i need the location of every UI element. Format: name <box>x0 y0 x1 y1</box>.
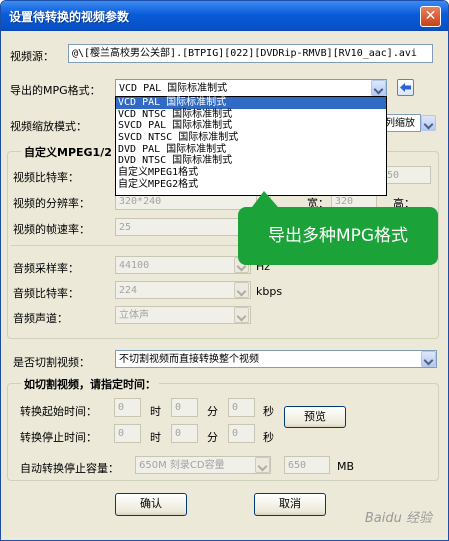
audio-bitrate-unit: kbps <box>256 285 283 298</box>
close-icon: ✕ <box>424 8 437 24</box>
cancel-button[interactable]: 取消 <box>254 493 326 516</box>
mpg-option[interactable]: SVCD PAL 国际标准制式 <box>116 120 386 132</box>
stop-time-label: 转换停止时间： <box>20 431 97 444</box>
start-second-field[interactable]: 0 <box>228 398 255 417</box>
video-bitrate-field[interactable]: 50 <box>383 166 431 184</box>
watermark: Baidu 经验 <box>364 511 432 526</box>
stop-minute-field[interactable]: 0 <box>171 424 198 443</box>
cut-time-title: 如切割视频，请指定时间： <box>21 376 159 392</box>
stop-second-field[interactable]: 0 <box>228 424 255 443</box>
split-select[interactable]: 不切割视频而直接转换整个视频 <box>115 350 437 368</box>
mpg-format-label: 导出的MPG格式： <box>10 84 101 97</box>
start-second-unit: 秒 <box>263 405 274 418</box>
start-hour-field[interactable]: 0 <box>114 398 141 417</box>
back-arrow-icon <box>400 83 411 92</box>
mpg-option[interactable]: VCD NTSC 国际标准制式 <box>116 109 386 121</box>
annotation-callout: 导出多种MPG格式 <box>238 191 438 265</box>
custom-mpeg-title: 自定义MPEG1/2 <box>21 144 115 160</box>
framerate-label: 视频的帧速率： <box>13 223 90 236</box>
title-bar[interactable]: 设置待转换的视频参数 ✕ <box>1 1 448 31</box>
audio-bitrate-label: 音频比特率： <box>13 287 79 300</box>
mpg-option[interactable]: 自定义MPEG2格式 <box>116 179 386 191</box>
start-time-label: 转换起始时间： <box>20 405 97 418</box>
audio-channel-dropdown-icon[interactable] <box>234 307 249 323</box>
stop-minute-unit: 分 <box>207 431 218 444</box>
audio-channel-label: 音频声道： <box>13 312 68 325</box>
split-label: 是否切割视频： <box>13 356 90 369</box>
audio-sample-select[interactable]: 44100 <box>115 256 251 274</box>
scale-mode-label: 视频缩放模式： <box>10 120 87 133</box>
window-title: 设置待转换的视频参数 <box>9 10 130 24</box>
audio-bitrate-dropdown-icon[interactable] <box>234 282 249 298</box>
auto-stop-label: 自动转换停止容量： <box>20 462 119 475</box>
source-label: 视频源： <box>10 50 54 63</box>
scale-mode-dropdown-icon[interactable] <box>421 115 436 131</box>
resolution-label: 视频的分辨率： <box>13 197 90 210</box>
mpg-format-dropdown-icon[interactable] <box>371 80 386 96</box>
start-minute-unit: 分 <box>207 405 218 418</box>
mpg-option[interactable]: DVD NTSC 国际标准制式 <box>116 155 386 167</box>
back-arrow-button[interactable] <box>397 79 414 96</box>
start-hour-unit: 时 <box>150 405 161 418</box>
source-field[interactable]: @\[樱兰高校男公关部].[BTPIG][022][DVDRip-RMVB][R… <box>68 44 433 63</box>
start-minute-field[interactable]: 0 <box>171 398 198 417</box>
auto-stop-size-field[interactable]: 650 <box>284 456 330 474</box>
stop-hour-field[interactable]: 0 <box>114 424 141 443</box>
scale-mode-select[interactable]: 列缩放 <box>381 114 421 132</box>
mpg-format-select[interactable]: VCD PAL 国际标准制式 <box>115 79 387 97</box>
auto-stop-dropdown-icon[interactable] <box>255 457 270 473</box>
close-button[interactable]: ✕ <box>420 6 441 27</box>
audio-bitrate-select[interactable]: 224 <box>115 281 251 299</box>
split-dropdown-icon[interactable] <box>421 351 436 367</box>
auto-stop-select[interactable]: 650M 刻录CD容量 <box>135 456 271 474</box>
mpg-option[interactable]: 自定义MPEG1格式 <box>116 167 386 179</box>
auto-stop-unit: MB <box>337 460 355 473</box>
ok-button[interactable]: 确认 <box>115 493 187 516</box>
dialog-window: 设置待转换的视频参数 ✕ 视频源： @\[樱兰高校男公关部].[BTPIG][0… <box>0 0 449 541</box>
video-bitrate-label: 视频比特率： <box>13 171 79 184</box>
stop-hour-unit: 时 <box>150 431 161 444</box>
mpg-option[interactable]: SVCD NTSC 国际标准制式 <box>116 132 386 144</box>
framerate-field[interactable]: 25 <box>115 218 240 236</box>
mpg-option[interactable]: DVD PAL 国际标准制式 <box>116 144 386 156</box>
mpg-option[interactable]: VCD PAL 国际标准制式 <box>116 97 386 109</box>
audio-sample-label: 音频采样率： <box>13 262 79 275</box>
preview-button[interactable]: 预览 <box>284 406 346 428</box>
stop-second-unit: 秒 <box>263 431 274 444</box>
mpg-format-dropdown-list: VCD PAL 国际标准制式 VCD NTSC 国际标准制式 SVCD PAL … <box>115 96 387 196</box>
audio-channel-select[interactable]: 立体声 <box>115 306 251 324</box>
